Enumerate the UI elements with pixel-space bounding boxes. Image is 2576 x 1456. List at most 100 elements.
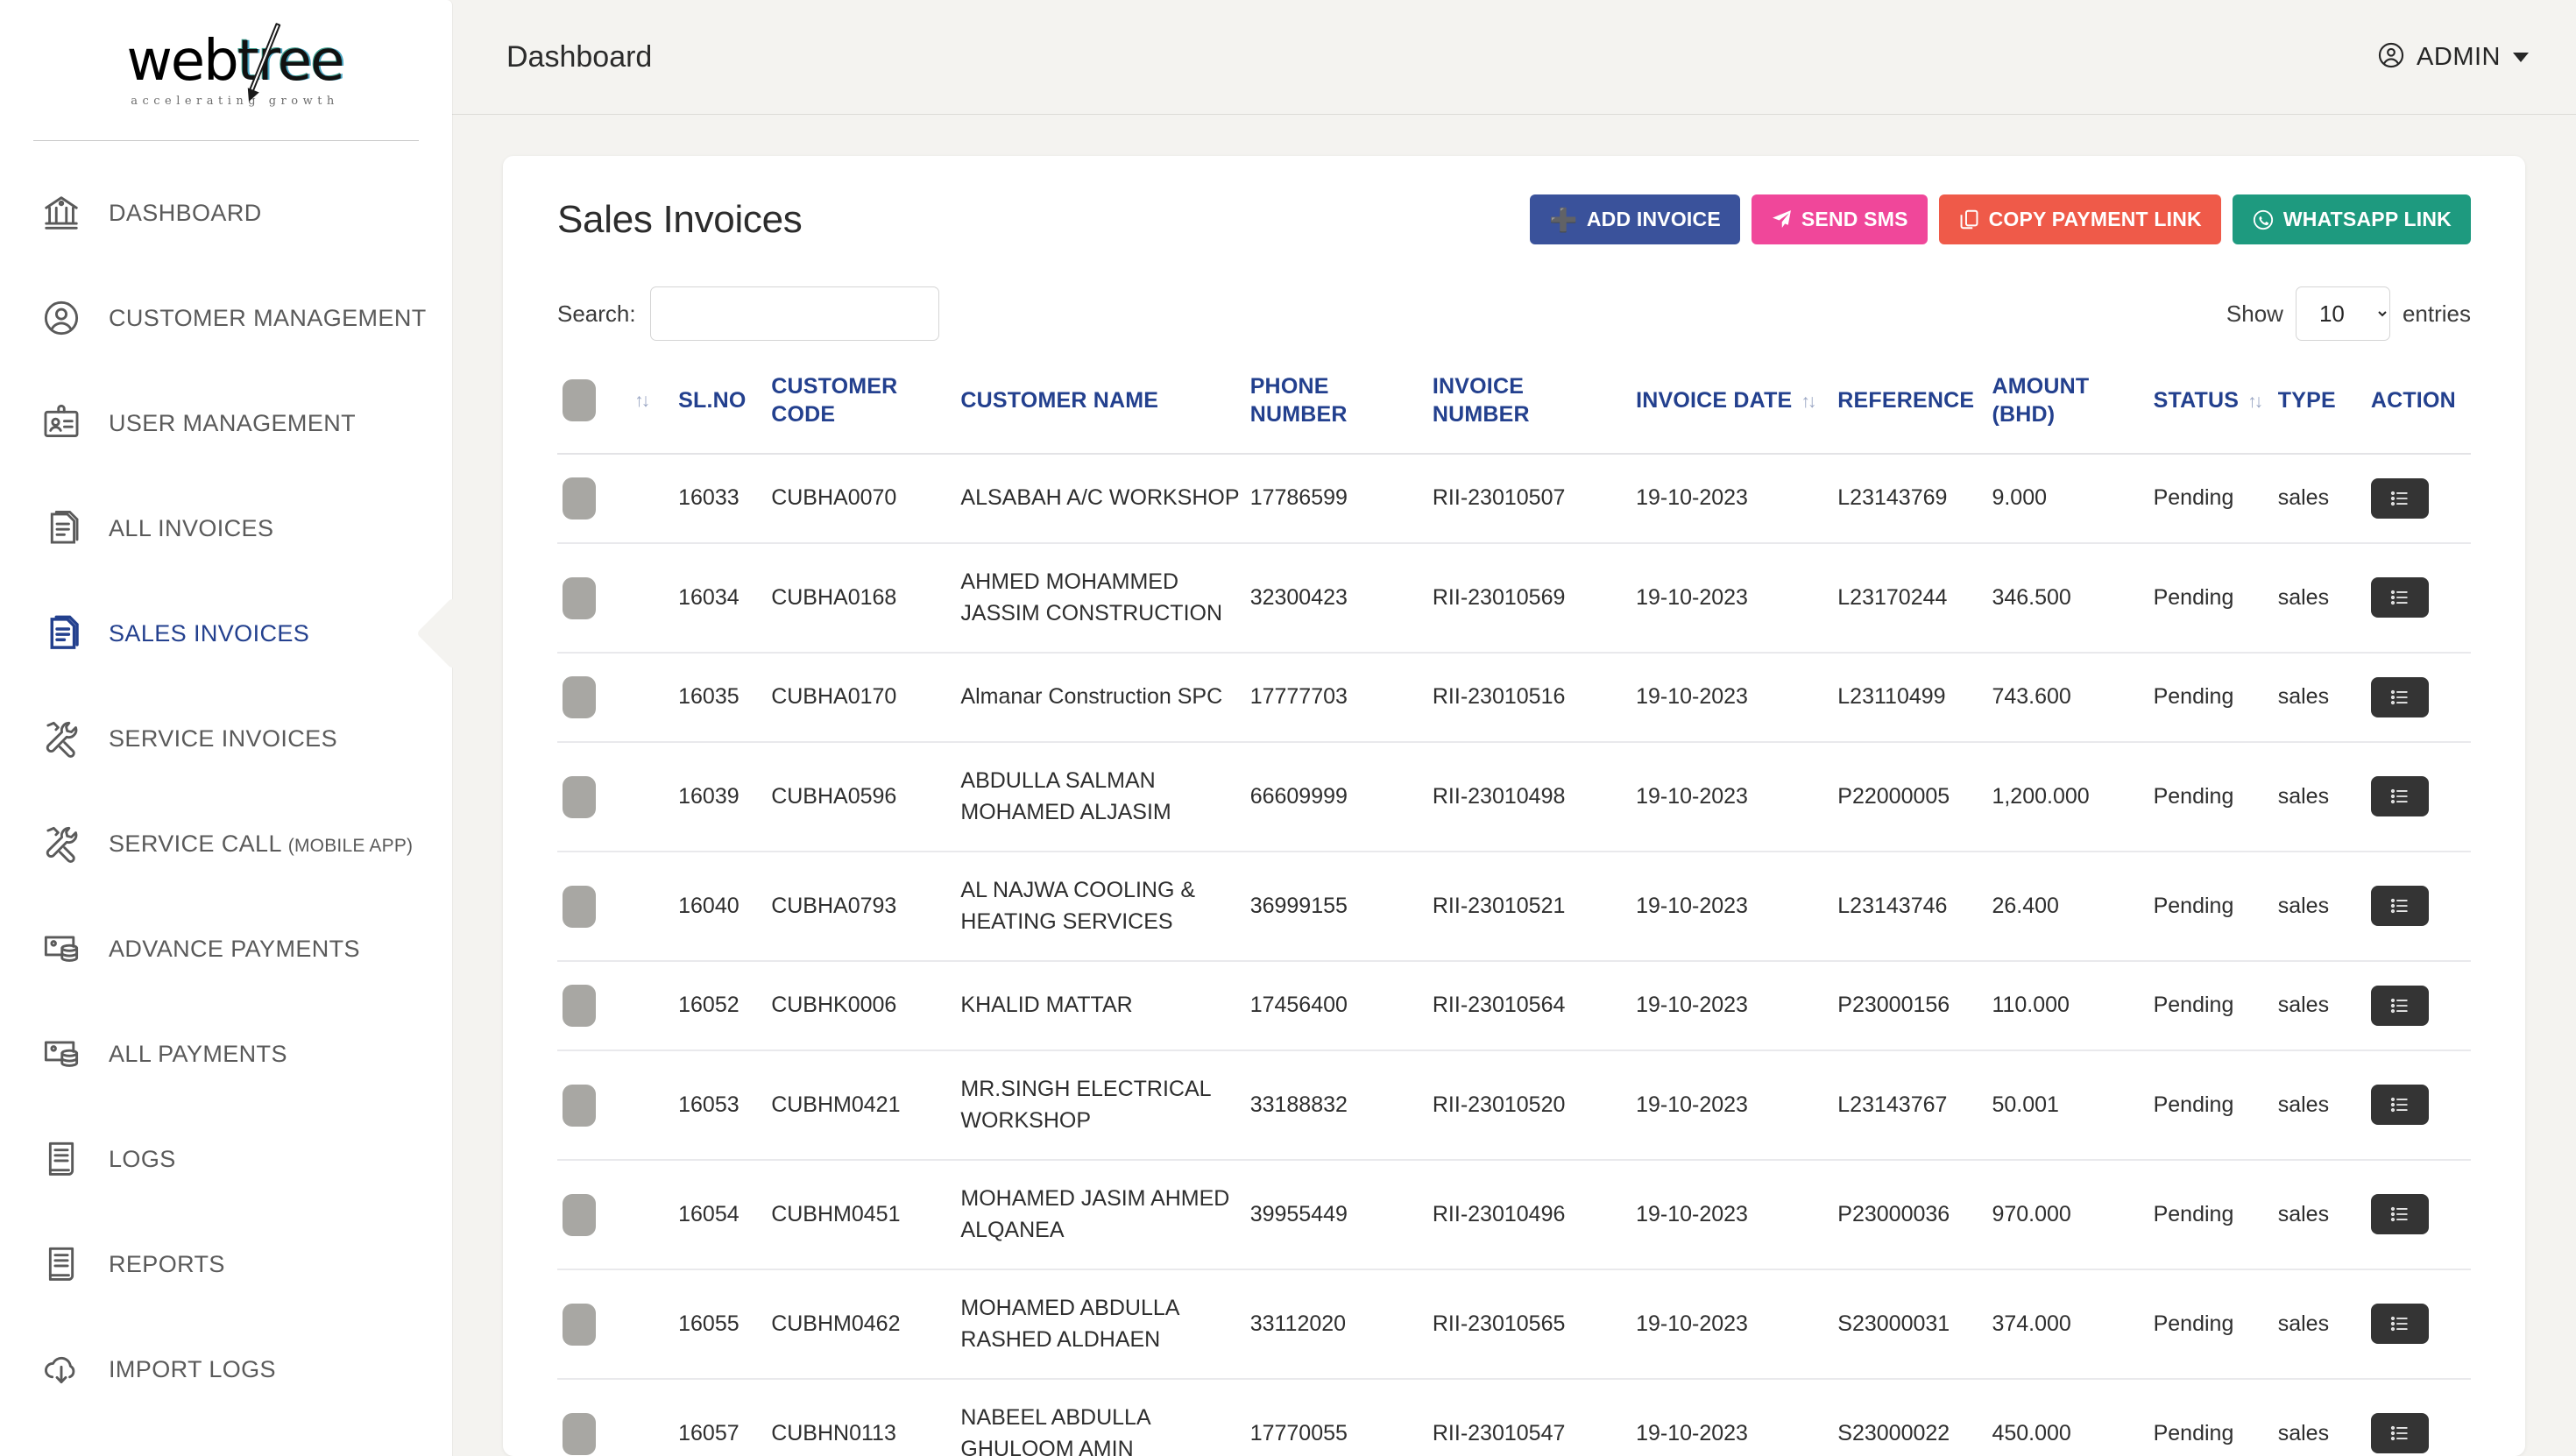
sidebar-item-all-invoices[interactable]: ALL INVOICES [0, 476, 452, 581]
row-checkbox-cell [557, 1050, 625, 1161]
cell-phone-number: 33112020 [1244, 1269, 1427, 1380]
cell-reference: L23170244 [1832, 543, 1987, 654]
row-sort-cell [624, 653, 674, 743]
row-checkbox[interactable] [563, 1412, 596, 1455]
header-invoice-date[interactable]: INVOICE DATE ↑↓ [1631, 364, 1833, 455]
row-action-button[interactable] [2370, 1194, 2429, 1235]
row-checkbox[interactable] [563, 985, 596, 1027]
documents-icon [37, 613, 86, 654]
sidebar-item-service-call[interactable]: SERVICE CALL (MOBILE APP) [0, 791, 452, 896]
cell-type: sales [2272, 454, 2366, 544]
sidebar-item-reports[interactable]: REPORTS [0, 1212, 452, 1317]
header-customer-code[interactable]: CUSTOMER CODE [766, 364, 956, 455]
cell-type: sales [2272, 543, 2366, 654]
row-checkbox[interactable] [563, 477, 596, 519]
row-checkbox[interactable] [563, 885, 596, 928]
sidebar-item-customer-management[interactable]: CUSTOMER MANAGEMENT [0, 265, 452, 371]
row-checkbox-cell [557, 1379, 624, 1456]
row-action-button[interactable] [2370, 1413, 2429, 1454]
sidebar-item-service-invoices[interactable]: SERVICE INVOICES [0, 686, 452, 791]
table-row: 16033 CUBHA0070 ALSABAH A/C WORKSHOP 177865… [557, 454, 2471, 544]
header-invoice-date-label: INVOICE DATE [1636, 388, 1793, 413]
brand-tagline: accelerating growth [131, 94, 339, 108]
row-action-button[interactable] [2370, 1304, 2429, 1345]
cell-amount: 346.500 [1986, 543, 2148, 654]
table-head: ↑↓ SL.NO CUSTOMER CODE CUSTOMER NAME PHO… [557, 364, 2471, 455]
sidebar-item-label: USER MANAGEMENT [109, 409, 357, 436]
cell-phone-number: 17456400 [1244, 961, 1427, 1051]
row-action-button[interactable] [2370, 1085, 2429, 1126]
header-customer-name[interactable]: CUSTOMER NAME [955, 364, 1245, 455]
cell-invoice-number: RII-23010521 [1426, 852, 1631, 962]
select-all-checkbox[interactable] [563, 379, 596, 421]
sidebar-item-label: IMPORT LOGS [109, 1355, 276, 1382]
sort-header[interactable]: ↑↓ [624, 364, 674, 455]
whatsapp-link-button[interactable]: WHATSAPP LINK [2232, 194, 2471, 244]
sidebar-item-sales-invoices[interactable]: SALES INVOICES [0, 581, 489, 686]
row-checkbox[interactable] [563, 775, 596, 818]
header-phone-number[interactable]: PHONE NUMBER [1244, 364, 1427, 455]
row-sort-cell [624, 961, 674, 1051]
entries-select[interactable]: 10 [2295, 286, 2390, 341]
cell-reference: L23143769 [1832, 454, 1987, 544]
add-invoice-button[interactable]: ➕ ADD INVOICE [1530, 194, 1740, 244]
row-checkbox[interactable] [563, 1193, 596, 1236]
header-type[interactable]: TYPE [2272, 364, 2366, 455]
page-title: Dashboard [506, 39, 653, 74]
cell-customer-name: AHMED MOHAMMED JASSIM CONSTRUCTION [955, 543, 1245, 654]
cell-invoice-date: 19-10-2023 [1631, 454, 1833, 544]
sidebar-item-all-payments[interactable]: ALL PAYMENTS [0, 1001, 452, 1106]
cell-invoice-number: RII-23010565 [1426, 1269, 1631, 1380]
cell-sl-no: 16057 [678, 1420, 740, 1445]
row-action-button[interactable] [2370, 676, 2429, 717]
sidebar-item-dashboard[interactable]: DASHBOARD [0, 160, 452, 265]
header-status[interactable]: STATUS ↑↓ [2148, 364, 2273, 455]
row-checkbox[interactable] [563, 1303, 596, 1346]
sidebar-item-label: DASHBOARD [109, 199, 262, 226]
sidebar-item-advance-payments[interactable]: ADVANCE PAYMENTS [0, 896, 452, 1001]
header-sl-no[interactable]: SL.NO [673, 364, 767, 455]
sidebar-item-label: REPORTS [109, 1250, 225, 1277]
row-checkbox[interactable] [563, 1084, 596, 1127]
header-reference[interactable]: REFERENCE [1832, 364, 1987, 455]
header-invoice-number[interactable]: INVOICE NUMBER [1426, 364, 1631, 455]
cell-action [2365, 543, 2471, 654]
cell-invoice-number: RII-23010516 [1426, 653, 1631, 743]
row-action-button[interactable] [2370, 776, 2429, 817]
cell-invoice-date: 19-10-2023 [1631, 852, 1833, 962]
row-action-button[interactable] [2370, 985, 2429, 1026]
sort-icon: ↑↓ [2247, 392, 2263, 413]
cell-customer-code: CUBHA0170 [766, 653, 956, 743]
cell-amount: 743.600 [1986, 653, 2148, 743]
sidebar-item-logs[interactable]: LOGS [0, 1106, 452, 1212]
row-checkbox[interactable] [563, 676, 596, 718]
send-sms-button[interactable]: SEND SMS [1751, 194, 1928, 244]
row-checkbox[interactable] [563, 576, 596, 619]
row-checkbox-cell [557, 961, 625, 1051]
cell-invoice-date: 19-10-2023 [1631, 1269, 1833, 1380]
row-sort-cell [624, 1269, 674, 1380]
card-header: Sales Invoices ➕ ADD INVOICE SEND SMS CO… [534, 194, 2494, 244]
search-input[interactable] [649, 286, 939, 341]
sort-icon: ↑↓ [1801, 392, 1816, 413]
search-label: Search: [557, 300, 636, 327]
bank-icon [37, 193, 86, 233]
cell-status: Pending [2148, 961, 2273, 1051]
copy-payment-link-button[interactable]: COPY PAYMENT LINK [1938, 194, 2221, 244]
cell-status: Pending [2148, 1160, 2273, 1270]
sidebar-item-label: CUSTOMER MANAGEMENT [109, 304, 427, 331]
sidebar-item-user-management[interactable]: USER MANAGEMENT [0, 371, 452, 476]
row-action-button[interactable] [2370, 577, 2429, 618]
cell-customer-name: NABEEL ABDULLA GHULOOM AMIN [960, 1405, 1150, 1456]
cell-type: sales [2272, 742, 2366, 852]
admin-dropdown[interactable]: ADMIN [2376, 40, 2529, 74]
header-amount[interactable]: AMOUNT (BHD) [1986, 364, 2148, 455]
sidebar-item-import-logs[interactable]: IMPORT LOGS [0, 1317, 452, 1422]
row-action-button[interactable] [2370, 477, 2429, 519]
user-circle-icon [2376, 40, 2406, 74]
chevron-down-icon [2513, 52, 2529, 62]
cell-amount: 1,200.000 [1986, 742, 2148, 852]
table-body: 16033 CUBHA0070 ALSABAH A/C WORKSHOP 177865… [557, 454, 2471, 1456]
row-action-button[interactable] [2370, 886, 2429, 927]
brand-logo[interactable]: webtree accelerating growth [0, 0, 452, 140]
